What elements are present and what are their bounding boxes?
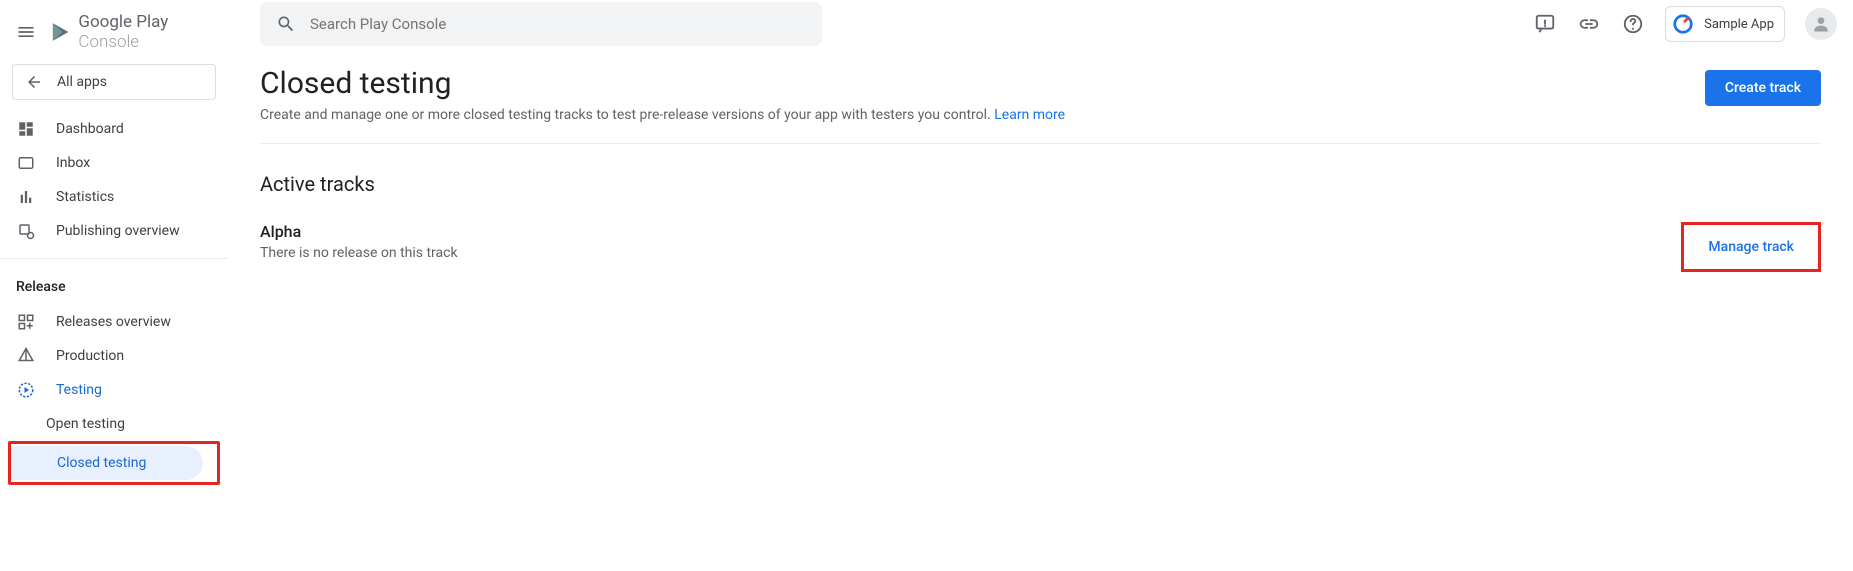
search-icon — [276, 14, 296, 34]
search-input[interactable] — [310, 15, 806, 33]
manage-track-button[interactable]: Manage track — [1692, 229, 1810, 265]
announcement-icon[interactable] — [1533, 12, 1557, 36]
track-name: Alpha — [260, 222, 458, 241]
sidebar-item-production[interactable]: Production — [0, 339, 214, 373]
brand-suffix: Console — [78, 32, 139, 52]
learn-more-link[interactable]: Learn more — [994, 107, 1065, 123]
app-chip-label: Sample App — [1704, 17, 1774, 32]
sidebar-item-testing[interactable]: Testing — [0, 373, 214, 407]
sidebar-item-label: Inbox — [56, 155, 90, 171]
inbox-icon — [16, 153, 36, 173]
production-icon — [16, 346, 36, 366]
track-status: There is no release on this track — [260, 245, 458, 261]
highlight-closed-testing: Closed testing — [8, 441, 220, 485]
sidebar-item-label: Testing — [56, 382, 102, 398]
track-row: Alpha There is no release on this track … — [260, 222, 1821, 272]
sidebar-item-inbox[interactable]: Inbox — [0, 146, 214, 180]
releases-overview-icon — [16, 312, 36, 332]
all-apps-button[interactable]: All apps — [12, 64, 216, 100]
brand-logo[interactable]: Google Play Console — [49, 12, 228, 52]
page-subtitle: Create and manage one or more closed tes… — [260, 107, 1065, 123]
sidebar-item-publishing-overview[interactable]: Publishing overview — [0, 214, 214, 248]
sidebar-item-dashboard[interactable]: Dashboard — [0, 112, 214, 146]
highlight-manage-track: Manage track — [1681, 222, 1821, 272]
link-icon[interactable] — [1577, 12, 1601, 36]
brand-product: Google Play — [78, 12, 168, 32]
dashboard-icon — [16, 119, 36, 139]
menu-icon[interactable] — [14, 20, 37, 44]
topbar: Sample App — [228, 0, 1853, 48]
sidebar-item-label: Releases overview — [56, 314, 171, 330]
sidebar-item-statistics[interactable]: Statistics — [0, 180, 214, 214]
app-selector-chip[interactable]: Sample App — [1665, 6, 1785, 42]
sidebar-sub-open-testing[interactable]: Open testing — [0, 407, 214, 441]
create-track-button[interactable]: Create track — [1705, 70, 1821, 106]
sidebar-section-release: Release — [0, 269, 228, 305]
sidebar-sub-label: Open testing — [46, 416, 125, 432]
avatar[interactable] — [1805, 8, 1837, 40]
sidebar-sub-closed-testing[interactable]: Closed testing — [11, 446, 203, 480]
search-box[interactable] — [260, 2, 822, 46]
section-title-active-tracks: Active tracks — [260, 172, 1821, 196]
help-icon[interactable] — [1621, 12, 1645, 36]
testing-icon — [16, 380, 36, 400]
all-apps-label: All apps — [57, 74, 107, 90]
sidebar: Google Play Console All apps Dashboard I… — [0, 0, 228, 571]
sidebar-sub-label: Closed testing — [57, 455, 146, 471]
sidebar-item-label: Publishing overview — [56, 223, 180, 239]
app-chip-icon — [1670, 11, 1696, 37]
sidebar-item-label: Dashboard — [56, 121, 124, 137]
sidebar-item-releases-overview[interactable]: Releases overview — [0, 305, 214, 339]
page-title: Closed testing — [260, 66, 1065, 101]
statistics-icon — [16, 187, 36, 207]
sidebar-item-label: Production — [56, 348, 124, 364]
sidebar-item-label: Statistics — [56, 189, 114, 205]
publishing-icon — [16, 221, 36, 241]
